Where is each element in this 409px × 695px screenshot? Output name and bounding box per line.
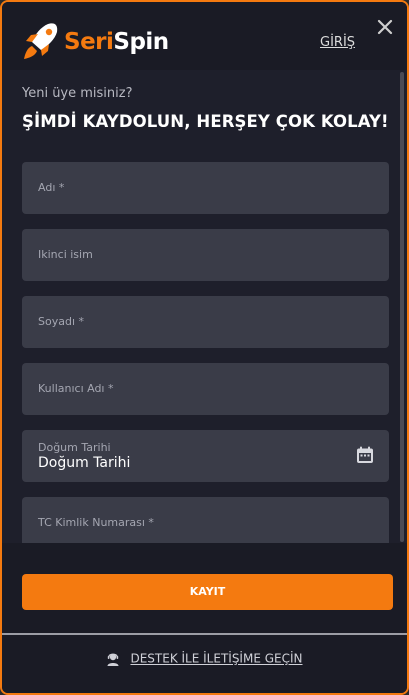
username-placeholder: Kullanıcı Adı * — [38, 382, 114, 395]
intro-headline: ŞİMDİ KAYDOLUN, HERŞEY ÇOK KOLAY! — [22, 112, 389, 131]
rocket-icon — [24, 23, 58, 59]
birth-date-field[interactable]: Doğum Tarihi Doğum Tarihi — [22, 430, 389, 482]
modal-footer: KAYIT DESTEK İLE İLETİŞİME GEÇİN — [2, 543, 407, 693]
register-button[interactable]: KAYIT — [22, 574, 393, 610]
last-name-field[interactable]: Soyadı * — [22, 296, 389, 348]
support-label: DESTEK İLE İLETİŞİME GEÇİN — [130, 651, 303, 666]
intro-question: Yeni üye misiniz? — [22, 86, 133, 101]
intro: Yeni üye misiniz? — [22, 86, 133, 101]
middle-name-field[interactable]: Ikinci isim — [22, 229, 389, 281]
modal-header: SeriSpin GİRİŞ — [2, 2, 407, 70]
username-field[interactable]: Kullanıcı Adı * — [22, 363, 389, 415]
middle-name-placeholder: Ikinci isim — [38, 248, 93, 261]
tc-id-field[interactable]: TC Kimlik Numarası * — [22, 497, 389, 543]
support-agent-icon — [107, 653, 119, 666]
scrollbar[interactable] — [400, 72, 404, 542]
support-link[interactable]: DESTEK İLE İLETİŞİME GEÇİN — [2, 651, 407, 666]
login-link[interactable]: GİRİŞ — [320, 35, 355, 50]
tc-id-placeholder: TC Kimlik Numarası * — [38, 516, 154, 529]
first-name-field[interactable]: Adı * — [22, 162, 389, 214]
last-name-placeholder: Soyadı * — [38, 315, 84, 328]
brand-name-part2: Spin — [113, 29, 169, 55]
footer-divider — [2, 633, 407, 635]
close-icon[interactable] — [374, 16, 396, 38]
calendar-icon[interactable] — [355, 445, 375, 465]
brand-name-part1: Seri — [64, 29, 114, 55]
registration-modal: SeriSpin GİRİŞ Yeni üye misiniz? ŞİMDİ K… — [0, 0, 409, 695]
birth-date-value: Doğum Tarihi — [38, 455, 131, 471]
brand-logo[interactable]: SeriSpin — [22, 20, 169, 64]
birth-date-label: Doğum Tarihi — [38, 441, 111, 454]
brand-name: SeriSpin — [64, 29, 169, 55]
first-name-placeholder: Adı * — [38, 181, 65, 194]
